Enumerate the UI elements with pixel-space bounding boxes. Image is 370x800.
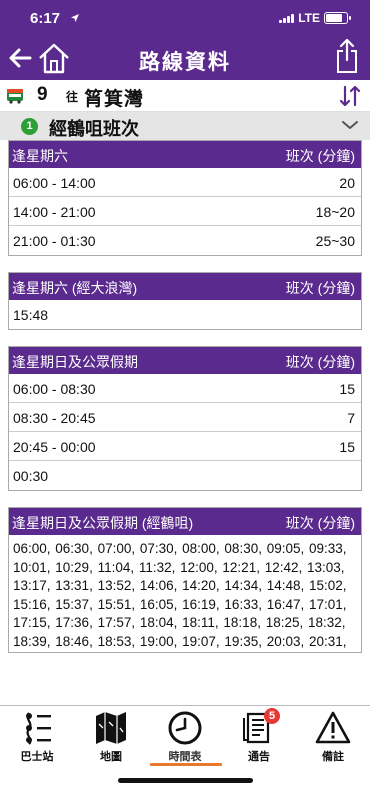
frequency-header: 班次 (分鐘) bbox=[285, 354, 355, 370]
signal-icon bbox=[279, 13, 295, 23]
variant-name: 經鶴咀班次 bbox=[49, 119, 139, 139]
page-title: 路線資料 bbox=[139, 51, 231, 74]
timetable-row: 20:45 - 00:00 15 bbox=[9, 432, 361, 461]
tab-map[interactable]: 地圖 bbox=[74, 706, 148, 772]
share-icon[interactable] bbox=[334, 38, 360, 76]
time-range: 08:30 - 20:45 bbox=[13, 410, 96, 426]
route-destination: 筲箕灣 bbox=[84, 89, 145, 110]
section-header: 逢星期六 (經大浪灣) 班次 (分鐘) bbox=[9, 273, 361, 300]
home-indicator bbox=[118, 778, 253, 783]
frequency-header: 班次 (分鐘) bbox=[285, 280, 355, 296]
status-time: 6:17 bbox=[30, 10, 61, 27]
frequency-value: 15 bbox=[339, 381, 355, 397]
network-label: LTE bbox=[298, 11, 320, 25]
clock-icon bbox=[168, 711, 202, 745]
app-header: 6:17 LTE 路線資料 bbox=[0, 0, 370, 80]
timetable-section: 逢星期日及公眾假期 (經鶴咀) 班次 (分鐘) 06:00, 06:30, 07… bbox=[8, 507, 362, 653]
timetable-row: 21:00 - 01:30 25~30 bbox=[9, 226, 361, 255]
location-arrow-icon bbox=[71, 14, 79, 22]
timetable-section: 逢星期日及公眾假期 班次 (分鐘) 06:00 - 08:30 15 08:30… bbox=[8, 346, 362, 491]
bus-stops-icon bbox=[26, 712, 51, 745]
frequency-value: 25~30 bbox=[315, 233, 355, 249]
departure-times-list: 06:00, 06:30, 07:00, 07:30, 08:00, 08:30… bbox=[9, 535, 361, 652]
tab-label: 時間表 bbox=[168, 751, 202, 763]
tab-label: 地圖 bbox=[100, 751, 122, 763]
warning-icon bbox=[315, 711, 351, 744]
tab-bus-stops[interactable]: 巴士站 bbox=[0, 706, 74, 772]
time-range: 00:30 bbox=[13, 468, 49, 484]
frequency-value: 18~20 bbox=[315, 204, 355, 220]
time-range: 20:45 - 00:00 bbox=[13, 439, 96, 455]
status-bar: 6:17 LTE bbox=[0, 0, 370, 38]
frequency-value: 15 bbox=[339, 439, 355, 455]
frequency-header: 班次 (分鐘) bbox=[285, 515, 355, 531]
frequency-header: 班次 (分鐘) bbox=[285, 148, 355, 164]
tab-notices[interactable]: 5 通告 bbox=[222, 706, 296, 772]
frequency-value: 7 bbox=[347, 410, 355, 426]
section-title: 逢星期六 bbox=[12, 148, 68, 164]
time-range: 14:00 - 21:00 bbox=[13, 204, 96, 220]
section-header: 逢星期六 班次 (分鐘) bbox=[9, 141, 361, 168]
timetable-content[interactable]: 逢星期六 班次 (分鐘) 06:00 - 14:00 20 14:00 - 21… bbox=[0, 140, 370, 655]
section-title: 逢星期六 (經大浪灣) bbox=[12, 280, 138, 296]
section-header: 逢星期日及公眾假期 班次 (分鐘) bbox=[9, 347, 361, 374]
timetable-row: 15:48 bbox=[9, 300, 361, 329]
time-range: 21:00 - 01:30 bbox=[13, 233, 96, 249]
section-title: 逢星期日及公眾假期 (經鶴咀) bbox=[12, 515, 194, 531]
notice-count-badge: 5 bbox=[264, 708, 280, 724]
tab-label: 巴士站 bbox=[20, 751, 54, 763]
swap-direction-icon[interactable] bbox=[338, 84, 362, 108]
timetable-row: 06:00 - 08:30 15 bbox=[9, 374, 361, 403]
timetable-row: 00:30 bbox=[9, 461, 361, 490]
route-info-row: 9 往 筲箕灣 bbox=[0, 80, 370, 112]
route-direction-prefix: 往 bbox=[66, 90, 79, 104]
timetable-row: 14:00 - 21:00 18~20 bbox=[9, 197, 361, 226]
tab-bar: 巴士站 地圖 時間表 5 通告 備註 bbox=[0, 706, 370, 772]
route-variant-selector[interactable]: 1 經鶴咀班次 bbox=[0, 112, 370, 140]
timetable-row: 06:00 - 14:00 20 bbox=[9, 168, 361, 197]
bus-icon bbox=[7, 89, 23, 104]
section-header: 逢星期日及公眾假期 (經鶴咀) 班次 (分鐘) bbox=[9, 508, 361, 535]
section-title: 逢星期日及公眾假期 bbox=[12, 354, 138, 370]
battery-icon bbox=[324, 12, 351, 24]
variant-badge: 1 bbox=[21, 118, 38, 135]
time-range: 06:00 - 14:00 bbox=[13, 175, 96, 191]
active-tab-indicator bbox=[150, 763, 222, 766]
tab-remarks[interactable]: 備註 bbox=[296, 706, 370, 772]
tab-label: 通告 bbox=[248, 751, 270, 763]
tab-label: 備註 bbox=[322, 751, 344, 763]
frequency-value: 20 bbox=[339, 175, 355, 191]
map-icon bbox=[96, 712, 126, 744]
time-range: 06:00 - 08:30 bbox=[13, 381, 96, 397]
route-number: 9 bbox=[37, 84, 48, 105]
time-range: 15:48 bbox=[13, 307, 49, 323]
chevron-down-icon[interactable] bbox=[341, 118, 359, 132]
timetable-row: 08:30 - 20:45 7 bbox=[9, 403, 361, 432]
timetable-section: 逢星期六 班次 (分鐘) 06:00 - 14:00 20 14:00 - 21… bbox=[8, 140, 362, 256]
timetable-section: 逢星期六 (經大浪灣) 班次 (分鐘) 15:48 bbox=[8, 272, 362, 330]
